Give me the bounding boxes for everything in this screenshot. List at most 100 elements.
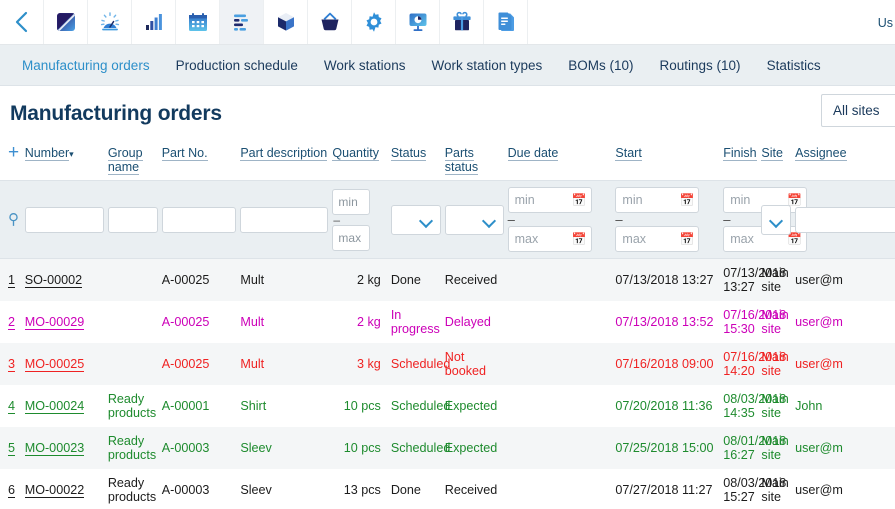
calendar-icon[interactable]: 📅 bbox=[572, 194, 587, 206]
nav-manufacturing[interactable] bbox=[220, 0, 264, 44]
cell-parts-status: Delayed bbox=[444, 301, 508, 343]
tab-manufacturing-orders[interactable]: Manufacturing orders bbox=[22, 58, 150, 73]
search-icon[interactable]: ⚲ bbox=[0, 211, 19, 228]
order-number-link[interactable]: MO-00022 bbox=[24, 483, 85, 498]
cell-part-no: A-00003 bbox=[161, 469, 241, 509]
col-header-finish[interactable]: Finish bbox=[723, 144, 762, 181]
order-number-link[interactable]: SO-00002 bbox=[24, 273, 83, 288]
filter-assignee-input[interactable] bbox=[795, 206, 895, 233]
cell-finish: 08/01/2018 16:27 bbox=[723, 427, 786, 469]
nav-inventory[interactable] bbox=[264, 0, 308, 44]
range-dash: – bbox=[723, 212, 731, 227]
site-scope-select[interactable]: All sites bbox=[821, 94, 895, 127]
calendar-icon[interactable]: 📅 bbox=[787, 194, 802, 206]
col-header-assignee[interactable]: Assignee bbox=[795, 144, 895, 181]
cell-finish: 07/16/2018 14:20 bbox=[723, 343, 786, 385]
row-index-link[interactable]: 2 bbox=[8, 315, 16, 330]
cell-number[interactable]: MO-00024 bbox=[24, 385, 108, 427]
cell-number[interactable]: MO-00025 bbox=[24, 343, 108, 385]
cell-due-date bbox=[507, 385, 616, 427]
col-header-part-description[interactable]: Part description bbox=[240, 144, 333, 181]
nav-calendar[interactable] bbox=[176, 0, 220, 44]
filter-parts-status-select[interactable] bbox=[444, 204, 504, 235]
table-row[interactable]: 5 MO-00023 Ready products A-00003 Sleev 10 pc… bbox=[0, 427, 895, 469]
row-index-cell[interactable]: 4 bbox=[0, 385, 25, 427]
col-header-due-date[interactable]: Due date bbox=[507, 144, 616, 181]
filter-start-max[interactable]: max 📅 bbox=[615, 226, 700, 252]
nav-reports[interactable] bbox=[132, 0, 176, 44]
row-index-link[interactable]: 5 bbox=[8, 441, 16, 456]
filter-status-select[interactable] bbox=[390, 204, 441, 235]
row-index-link[interactable]: 3 bbox=[8, 357, 16, 372]
tab-work-stations[interactable]: Work stations bbox=[324, 58, 406, 73]
row-index-cell[interactable]: 1 bbox=[0, 258, 25, 301]
filter-due-date-max[interactable]: max 📅 bbox=[507, 226, 592, 252]
row-index-link[interactable]: 4 bbox=[8, 399, 16, 414]
row-index-cell[interactable]: 2 bbox=[0, 301, 25, 343]
col-header-quantity[interactable]: Quantity bbox=[332, 144, 391, 181]
filter-number-input[interactable] bbox=[24, 206, 104, 233]
col-header-group-name[interactable]: Group name bbox=[107, 144, 162, 181]
filter-site-select[interactable] bbox=[761, 204, 792, 235]
col-header-part-no[interactable]: Part No. bbox=[161, 144, 241, 181]
table-row[interactable]: 2 MO-00029 A-00025 Mult 2 kg In progress Delay… bbox=[0, 301, 895, 343]
calendar-icon[interactable]: 📅 bbox=[679, 233, 694, 245]
row-index-link[interactable]: 6 bbox=[8, 483, 16, 498]
cell-text: Done bbox=[390, 483, 421, 497]
chevron-down-icon[interactable]: ▾ bbox=[69, 149, 74, 159]
row-index-cell[interactable]: 3 bbox=[0, 343, 25, 385]
table-row[interactable]: 6 MO-00022 Ready products A-00003 Sleev 13 pc… bbox=[0, 469, 895, 509]
nav-analytics[interactable] bbox=[396, 0, 440, 44]
back-button[interactable] bbox=[0, 0, 44, 44]
cell-parts-status: Received bbox=[444, 258, 508, 301]
tab-production-schedule[interactable]: Production schedule bbox=[176, 58, 298, 73]
row-index-cell[interactable]: 6 bbox=[0, 469, 25, 509]
filter-start-min[interactable]: min 📅 bbox=[615, 187, 700, 213]
row-index-link[interactable]: 1 bbox=[8, 273, 16, 288]
table-row[interactable]: 3 MO-00025 A-00025 Mult 3 kg Scheduled Not boo… bbox=[0, 343, 895, 385]
add-row-button[interactable]: + bbox=[8, 143, 19, 162]
order-number-link[interactable]: MO-00024 bbox=[24, 399, 85, 414]
table-row[interactable]: 4 MO-00024 Ready products A-00001 Shirt 10 pc… bbox=[0, 385, 895, 427]
filter-due-date-min[interactable]: min 📅 bbox=[507, 187, 592, 213]
filter-quantity-max[interactable]: max bbox=[332, 224, 371, 251]
table-row[interactable]: 1 SO-00002 A-00025 Mult 2 kg Done Received 07/1… bbox=[0, 258, 895, 301]
nav-products[interactable] bbox=[440, 0, 484, 44]
cell-number[interactable]: MO-00022 bbox=[24, 469, 108, 509]
cell-parts-status: Not booked bbox=[444, 343, 508, 385]
cell-number[interactable]: MO-00029 bbox=[24, 301, 108, 343]
nav-performance[interactable] bbox=[88, 0, 132, 44]
filter-part-description-input[interactable] bbox=[240, 206, 329, 233]
calendar-icon[interactable]: 📅 bbox=[787, 233, 802, 245]
cell-number[interactable]: SO-00002 bbox=[24, 258, 108, 301]
cell-number[interactable]: MO-00023 bbox=[24, 427, 108, 469]
col-header-site[interactable]: Site bbox=[761, 144, 796, 181]
nav-dashboard[interactable] bbox=[44, 0, 88, 44]
order-number-link[interactable]: MO-00023 bbox=[24, 441, 85, 456]
nav-purchasing[interactable] bbox=[308, 0, 352, 44]
col-header-start[interactable]: Start bbox=[615, 144, 724, 181]
col-header-number[interactable]: Number▾ bbox=[24, 144, 108, 181]
cell-site: Main site bbox=[761, 385, 796, 427]
calendar-icon[interactable]: 📅 bbox=[572, 233, 587, 245]
tab-statistics[interactable]: Statistics bbox=[767, 58, 821, 73]
row-index-cell[interactable]: 5 bbox=[0, 427, 25, 469]
filter-group-name-cell bbox=[107, 180, 162, 259]
nav-settings[interactable] bbox=[352, 0, 396, 44]
order-number-link[interactable]: MO-00025 bbox=[24, 357, 85, 372]
col-header-parts-status[interactable]: Parts status bbox=[444, 144, 508, 181]
filter-quantity-min[interactable]: min bbox=[332, 188, 371, 215]
filter-group-name-input[interactable] bbox=[107, 206, 158, 233]
tab-routings[interactable]: Routings (10) bbox=[660, 58, 741, 73]
tab-work-station-types[interactable]: Work station types bbox=[431, 58, 542, 73]
col-header-status[interactable]: Status bbox=[390, 144, 445, 181]
calendar-icon[interactable]: 📅 bbox=[679, 194, 694, 206]
order-number-link[interactable]: MO-00029 bbox=[24, 315, 85, 330]
nav-documents[interactable] bbox=[484, 0, 528, 44]
filter-parts-status-cell bbox=[444, 180, 508, 259]
user-menu-label[interactable]: Us bbox=[878, 0, 895, 45]
cell-part-description: Mult bbox=[240, 301, 333, 343]
col-label-due-date: Due date bbox=[507, 146, 559, 161]
tab-boms[interactable]: BOMs (10) bbox=[568, 58, 633, 73]
filter-part-no-input[interactable] bbox=[161, 206, 237, 233]
